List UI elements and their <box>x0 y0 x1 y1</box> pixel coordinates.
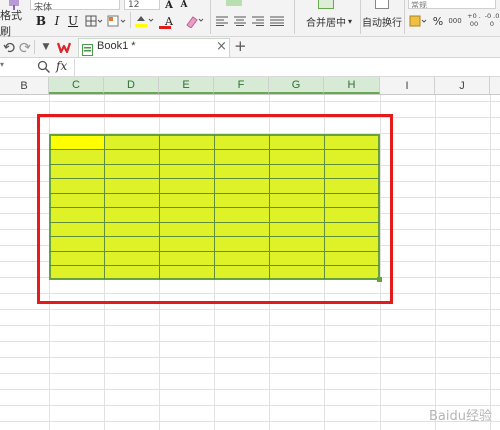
number-format-select[interactable]: 常规 <box>408 0 496 9</box>
cell-style-icon[interactable] <box>106 12 128 30</box>
column-header-g[interactable]: G <box>269 77 324 94</box>
align-right-icon[interactable] <box>250 12 266 30</box>
wrap-text-button[interactable]: 自动换行 <box>362 12 402 30</box>
column-header-e[interactable]: E <box>159 77 214 94</box>
highlight-annotation-box <box>37 114 393 304</box>
distribute-icon[interactable] <box>268 12 286 30</box>
column-header-h[interactable]: H <box>324 77 380 94</box>
tab-close-icon[interactable]: × <box>216 39 227 54</box>
increase-decimal-button[interactable]: +0 .00 <box>466 12 482 30</box>
shrink-font-button[interactable]: A <box>178 0 190 10</box>
borders-icon[interactable] <box>84 12 104 30</box>
document-tab-bar <box>0 37 500 58</box>
column-header-f[interactable]: F <box>214 77 269 94</box>
italic-button[interactable]: I <box>50 12 64 30</box>
name-box-dropdown-icon[interactable]: ▾ <box>0 60 8 74</box>
column-header-d[interactable]: D <box>104 77 159 94</box>
align-left-icon[interactable] <box>214 12 230 30</box>
ribbon-divider <box>210 0 211 34</box>
column-header-k[interactable] <box>490 77 500 94</box>
grid-line <box>435 95 436 430</box>
formula-input[interactable] <box>74 59 500 76</box>
ribbon-divider <box>130 12 131 28</box>
percent-button[interactable]: % <box>432 12 444 30</box>
bold-button[interactable]: B <box>34 12 48 30</box>
spreadsheet-file-icon <box>82 41 94 56</box>
wrap-text-icon[interactable] <box>375 0 389 9</box>
column-header-i[interactable]: I <box>380 77 435 94</box>
fx-icon[interactable]: fx <box>56 59 67 73</box>
undo-icon[interactable] <box>2 38 16 56</box>
format-painter-button[interactable]: 格式刷 <box>0 9 28 38</box>
merge-center-button[interactable]: 合并居中 ▾ <box>300 12 358 30</box>
search-icon[interactable] <box>37 59 51 74</box>
wps-logo-icon[interactable] <box>56 38 74 56</box>
watermark-text: Baidu经验 <box>429 409 492 424</box>
column-header-c[interactable]: C <box>49 77 104 94</box>
column-header-b[interactable]: B <box>0 77 49 94</box>
merge-center-icon[interactable] <box>318 0 334 9</box>
ribbon-divider <box>360 0 361 34</box>
chevron-down-icon: ▾ <box>347 16 352 26</box>
grid-line <box>490 95 491 430</box>
font-color-swatch <box>159 26 171 29</box>
toolbar-divider <box>34 40 35 54</box>
currency-icon[interactable] <box>408 12 430 30</box>
grow-font-button[interactable]: A <box>163 0 175 11</box>
quick-access-dropdown-icon[interactable]: ▼ <box>40 38 52 56</box>
ribbon-divider <box>294 0 295 34</box>
font-name-select[interactable]: 宋体 <box>30 0 120 13</box>
column-header-j[interactable]: J <box>435 77 490 94</box>
add-tab-icon[interactable]: + <box>234 37 247 55</box>
decrease-decimal-button[interactable]: -0 .00 <box>484 12 500 30</box>
underline-button[interactable]: U <box>66 12 80 30</box>
ribbon-divider <box>404 0 405 34</box>
tab-title: Book1 * <box>97 40 136 52</box>
clear-format-icon[interactable] <box>183 12 205 30</box>
align-center-icon[interactable] <box>232 12 248 30</box>
redo-icon[interactable] <box>18 38 32 56</box>
align-top-icon[interactable] <box>226 0 242 6</box>
merge-center-label: 合并居中 <box>305 17 346 29</box>
fill-color-icon[interactable] <box>133 12 157 30</box>
font-size-select[interactable]: 12 <box>124 0 160 10</box>
thousands-button[interactable]: 000 <box>446 12 464 30</box>
